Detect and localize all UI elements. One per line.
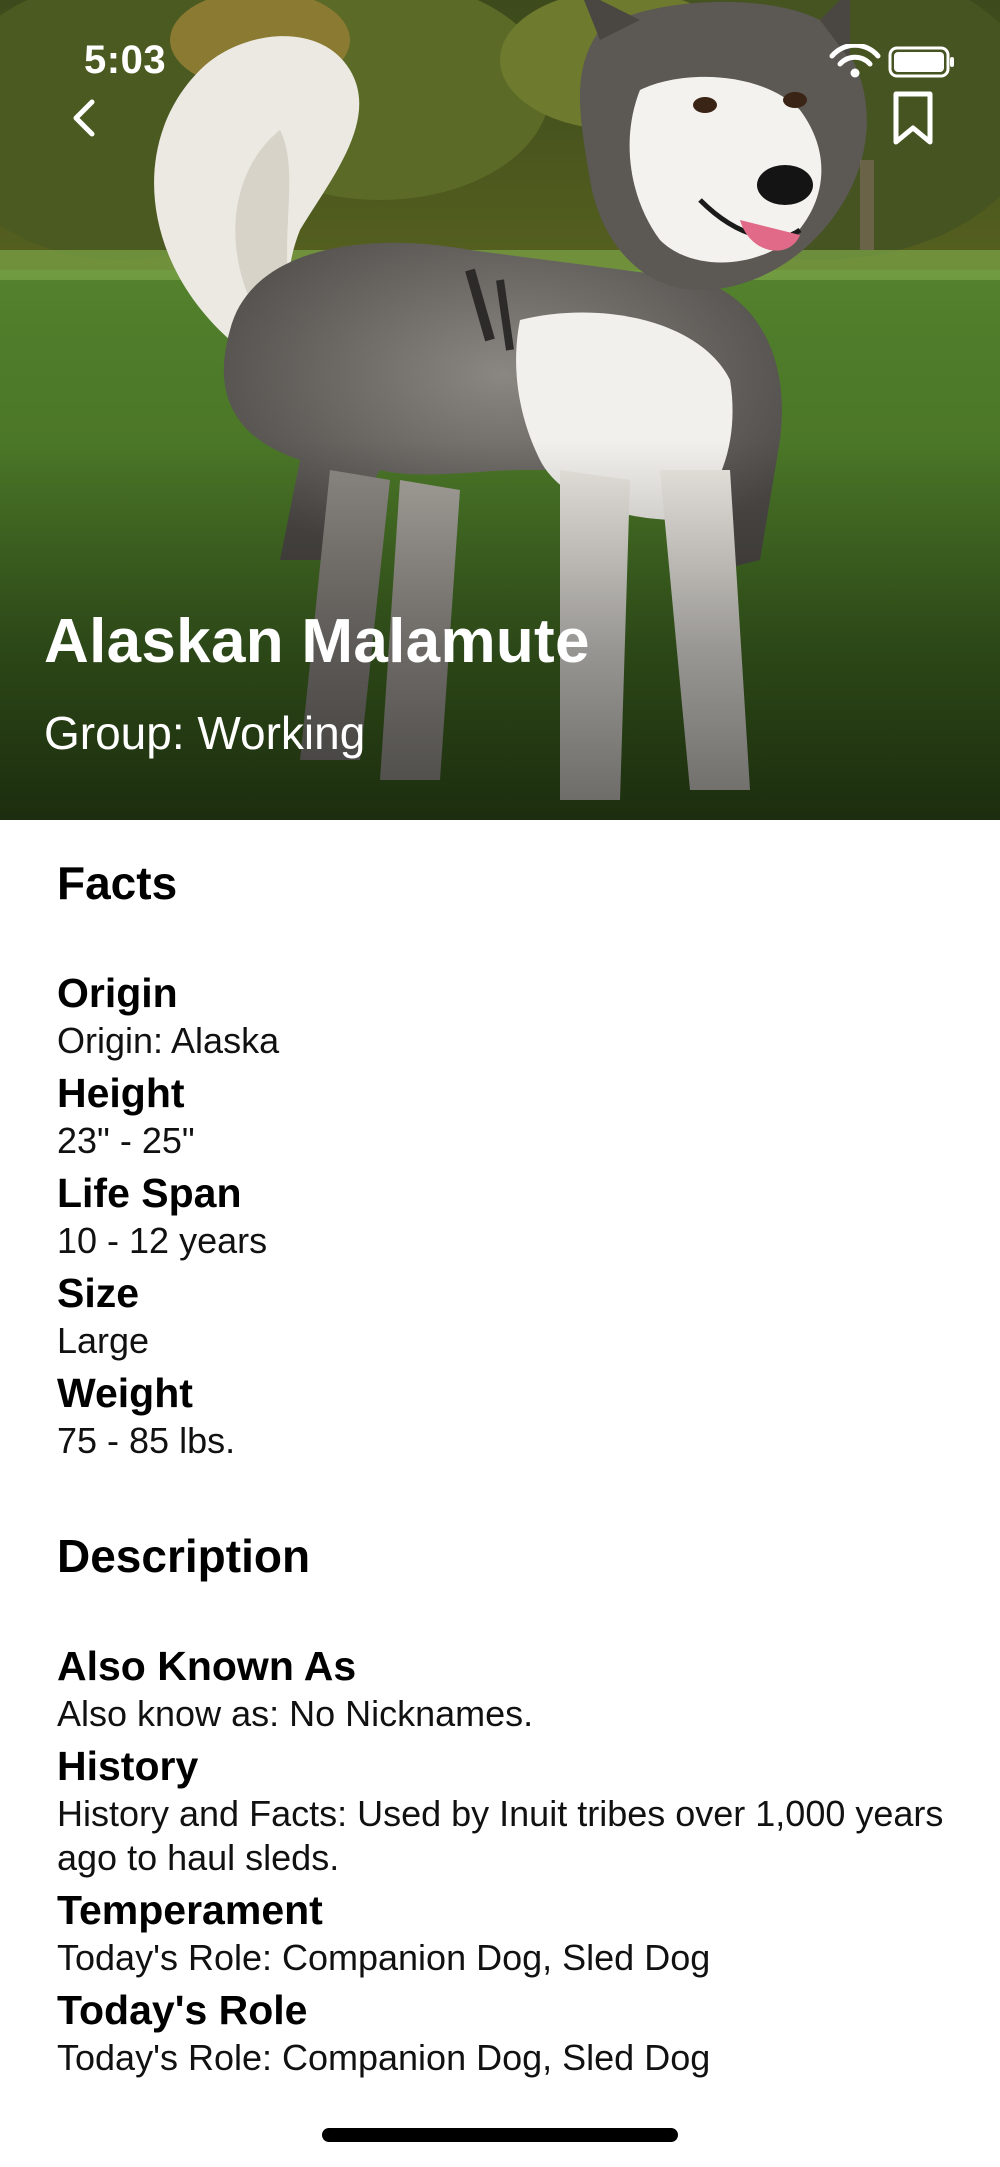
fact-label-weight: Weight [57,1370,193,1417]
desc-value-history: History and Facts: Used by Inuit tribes … [57,1793,944,1879]
status-time: 5:03 [84,38,167,82]
desc-label-history: History [57,1743,199,1790]
battery-icon [888,46,954,78]
fact-label-height: Height [57,1070,185,1117]
status-icons [826,42,956,80]
breed-title: Alaskan Malamute [44,607,590,676]
fact-label-size: Size [57,1270,140,1317]
chevron-left-icon [73,99,95,137]
breed-hero-image [0,0,1000,820]
fact-value-weight: 75 - 85 lbs. [57,1420,236,1462]
breed-group: Group: Working [44,707,366,759]
desc-value-also-known-as: Also know as: No Nicknames. [57,1693,534,1735]
desc-value-temperament: Today's Role: Companion Dog, Sled Dog [57,1937,711,1979]
wifi-icon [829,42,881,78]
home-indicator[interactable] [322,2128,678,2142]
facts-list: Origin Origin: Alaska Height 23" - 25" L… [57,967,957,1463]
desc-label-temperament: Temperament [57,1887,323,1934]
fact-label-origin: Origin [57,970,178,1017]
desc-label-also-known-as: Also Known As [57,1643,357,1690]
bookmark-icon [893,91,933,145]
fact-value-height: 23" - 25" [57,1120,195,1162]
back-button[interactable] [62,94,112,144]
desc-value-todays-role: Today's Role: Companion Dog, Sled Dog [57,2037,711,2079]
fact-value-size: Large [57,1320,150,1362]
description-list: Also Known As Also know as: No Nicknames… [57,1640,957,2080]
facts-heading: Facts [57,857,178,909]
desc-label-todays-role: Today's Role [57,1987,308,2034]
fact-label-life-span: Life Span [57,1170,242,1217]
fact-value-origin: Origin: Alaska [57,1020,280,1062]
breed-details: Facts Origin Origin: Alaska Height 23" -… [57,820,957,2084]
fact-value-life-span: 10 - 12 years [57,1220,268,1262]
bookmark-button[interactable] [888,90,938,148]
description-heading: Description [57,1530,311,1583]
